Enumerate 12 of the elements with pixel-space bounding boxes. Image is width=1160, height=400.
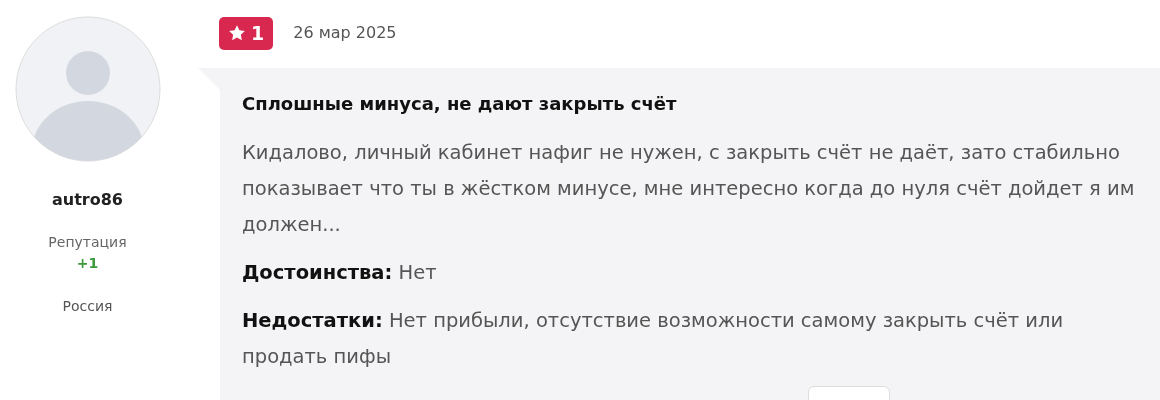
review-text: Кидалово, личный кабинет нафиг не нужен, с закрыть счёт не даёт, зато стабильно показывает что ты в жёстком минусе, мне интересно когда до нуля счёт дойдет я им должен...: [242, 140, 1136, 238]
rating-value: 1: [251, 20, 265, 46]
section-text: Недостатки: Нет прибыли, отсутствие возможности самому закрыть счёт или продать пифы: [242, 308, 1065, 370]
review-title: Сплошные минуса, не дают закрыть счёт: [242, 92, 678, 116]
star-icon: [228, 24, 246, 42]
section-text: Достоинства: Нет: [242, 260, 438, 286]
reputation-value: +1: [76, 254, 99, 273]
username[interactable]: autro86: [52, 188, 123, 212]
review-date: 26 мар 2025: [293, 22, 397, 44]
country: Россия: [62, 297, 113, 316]
avatar-icon: [14, 16, 161, 162]
reputation-label: Репутация: [48, 233, 127, 252]
